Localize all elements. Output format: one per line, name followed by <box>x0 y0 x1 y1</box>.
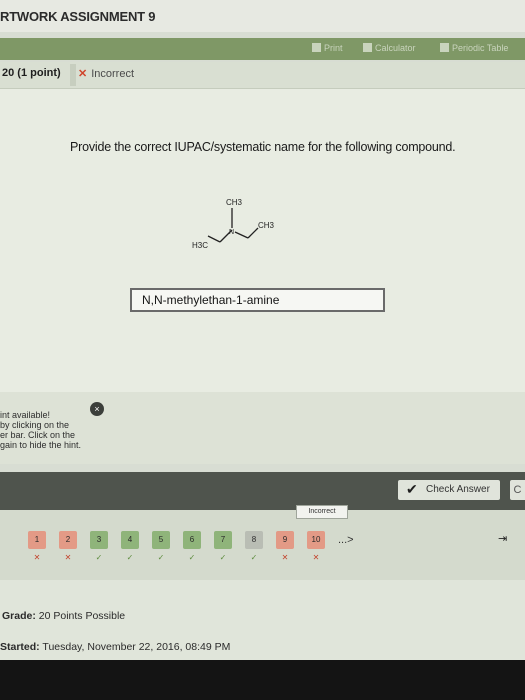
grade-info: Grade: 20 Points Possible <box>2 610 125 622</box>
assignment-header: RTWORK ASSIGNMENT 9 <box>0 0 525 32</box>
page-button-7[interactable]: 7 <box>214 531 232 549</box>
page-mark-9: ✕ <box>281 553 289 562</box>
page-button-8[interactable]: 8 <box>245 531 263 549</box>
question-prompt: Provide the correct IUPAC/systematic nam… <box>70 140 456 154</box>
page-mark-10: ✕ <box>312 553 320 562</box>
grade-value: 20 Points Possible <box>38 610 126 622</box>
page-button-2[interactable]: 2 <box>59 531 77 549</box>
screen-bezel <box>0 660 525 700</box>
calculator-button[interactable]: Calculator <box>363 43 416 53</box>
started-value: Tuesday, November 22, 2016, 08:49 PM <box>42 641 231 653</box>
question-number: 20 (1 point) <box>2 67 61 79</box>
next-question-button[interactable]: C <box>510 480 525 500</box>
periodic-table-icon <box>440 43 449 52</box>
page-mark-6: ✓ <box>188 553 196 562</box>
header-divider <box>70 64 76 86</box>
page-button-1[interactable]: 1 <box>28 531 46 549</box>
question-toolbar: Print Calculator Periodic Table <box>0 38 525 60</box>
periodic-table-label: Periodic Table <box>452 43 509 53</box>
bond-ethyl-methyl <box>207 235 221 243</box>
molecule-structure: CH3 N CH3 H3C <box>192 198 275 250</box>
incorrect-icon: ✕ <box>78 68 88 80</box>
started-label: Started: <box>0 641 40 653</box>
hint-line: by clicking on the <box>0 420 70 430</box>
page-mark-4: ✓ <box>126 553 134 562</box>
page-mark-2: ✕ <box>64 553 72 562</box>
question-header: 20 (1 point) ✕ Incorrect <box>0 62 525 89</box>
hint-line: int available! <box>0 410 51 420</box>
calculator-label: Calculator <box>375 43 416 53</box>
nitrogen-label: N <box>229 229 234 236</box>
bond-right-methyl <box>247 227 259 239</box>
page-button-5[interactable]: 5 <box>152 531 170 549</box>
grade-label: Grade: <box>2 610 36 622</box>
top-methyl-label: CH3 <box>226 198 243 207</box>
page-mark-1: ✕ <box>33 553 41 562</box>
calculator-icon <box>363 43 372 52</box>
check-answer-label: Check Answer <box>426 484 490 495</box>
bond-n-methyl-right <box>234 231 249 239</box>
page-mark-3: ✓ <box>95 553 103 562</box>
page-mark-7: ✓ <box>219 553 227 562</box>
print-icon <box>312 43 321 52</box>
answer-input[interactable]: N,N-methylethan-1-amine <box>130 288 385 312</box>
print-label: Print <box>324 43 343 53</box>
page-button-6[interactable]: 6 <box>183 531 201 549</box>
check-answer-button[interactable]: ✔ Check Answer <box>398 480 500 500</box>
started-info: Started: Tuesday, November 22, 2016, 08:… <box>0 641 230 653</box>
hint-line: gain to hide the hint. <box>0 440 82 450</box>
question-status: ✕ Incorrect <box>78 67 134 80</box>
page-button-9[interactable]: 9 <box>276 531 294 549</box>
more-pages-link[interactable]: ...> <box>338 534 354 546</box>
hint-line: er bar. Click on the <box>0 430 76 440</box>
status-label: Incorrect <box>91 68 135 80</box>
close-hint-icon[interactable]: × <box>90 402 104 416</box>
hint-text: int available! by clicking on the er bar… <box>0 410 81 450</box>
nav-status-popup: Incorrect <box>296 505 348 519</box>
page-mark-8: ✓ <box>250 553 258 562</box>
page-button-4[interactable]: 4 <box>121 531 139 549</box>
assignment-title: RTWORK ASSIGNMENT 9 <box>0 9 156 24</box>
periodic-table-button[interactable]: Periodic Table <box>440 43 508 53</box>
page-button-3[interactable]: 3 <box>90 531 108 549</box>
exit-icon[interactable]: ⇥ <box>498 532 507 545</box>
page-mark-5: ✓ <box>157 553 165 562</box>
check-icon: ✔ <box>406 481 418 497</box>
left-methyl-label: H3C <box>192 241 208 250</box>
page-button-10[interactable]: 10 <box>307 531 325 549</box>
right-methyl-label: CH3 <box>258 221 275 230</box>
print-button[interactable]: Print <box>312 43 343 53</box>
